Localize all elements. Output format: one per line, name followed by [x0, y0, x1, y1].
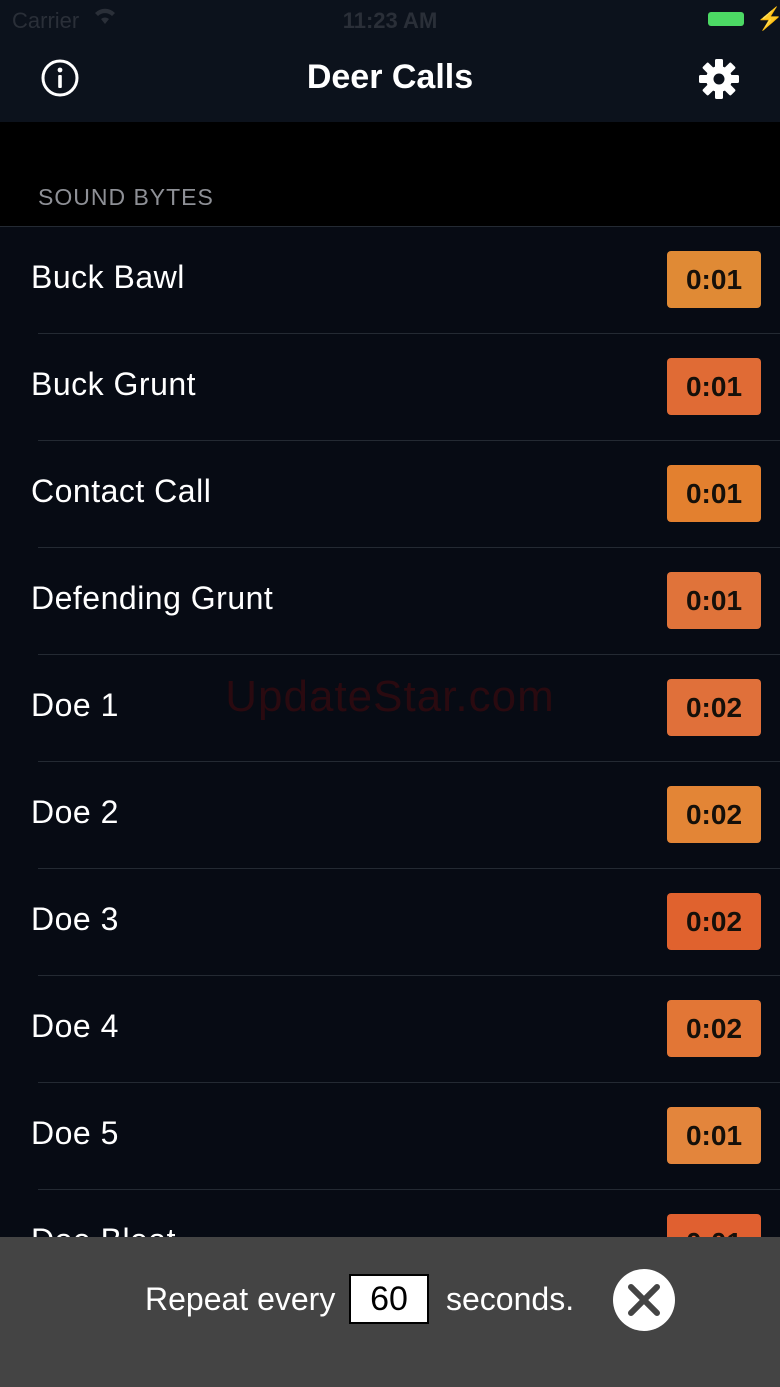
- seconds-label: seconds.: [446, 1281, 575, 1317]
- duration-badge: 0:02: [667, 893, 761, 950]
- repeat-interval-input[interactable]: [349, 1274, 429, 1324]
- sound-row-buck-bawl[interactable]: Buck Bawl 0:01: [0, 227, 780, 334]
- close-icon: [628, 1284, 660, 1316]
- sound-name: Doe 1: [31, 687, 119, 723]
- sound-row-buck-grunt[interactable]: Buck Grunt 0:01: [0, 334, 780, 441]
- status-bar: Carrier 11:23 AM ⚡: [0, 0, 780, 40]
- duration-badge: 0:01: [667, 1107, 761, 1164]
- duration-badge: 0:01: [667, 465, 761, 522]
- gear-icon: [699, 59, 739, 99]
- duration-badge: 0:02: [667, 1000, 761, 1057]
- duration-badge: 0:01: [667, 251, 761, 308]
- sound-row-doe-1[interactable]: Doe 1 0:02: [0, 655, 780, 762]
- navigation-bar: Deer Calls: [0, 40, 780, 122]
- sound-row-doe-4[interactable]: Doe 4 0:02: [0, 976, 780, 1083]
- sound-name: Doe 2: [31, 794, 119, 830]
- sound-row-doe-bleat[interactable]: Doe Bleat 0:01: [0, 1190, 780, 1239]
- sound-row-doe-3[interactable]: Doe 3 0:02: [0, 869, 780, 976]
- sound-row-doe-5[interactable]: Doe 5 0:01: [0, 1083, 780, 1190]
- repeat-label: Repeat every: [145, 1281, 336, 1317]
- repeat-bar: Repeat every seconds.: [0, 1237, 780, 1387]
- status-time: 11:23 AM: [342, 8, 438, 33]
- sound-row-defending-grunt[interactable]: Defending Grunt 0:01: [0, 548, 780, 655]
- section-header: SOUND BYTES: [0, 122, 780, 226]
- sound-name: Doe 4: [31, 1008, 119, 1044]
- duration-badge: 0:01: [667, 358, 761, 415]
- sound-name: Buck Grunt: [31, 366, 197, 402]
- sound-name: Buck Bawl: [31, 259, 185, 295]
- duration-badge: 0:02: [667, 679, 761, 736]
- sound-name: Defending Grunt: [31, 580, 274, 616]
- settings-button[interactable]: [698, 58, 740, 100]
- sound-row-contact-call[interactable]: Contact Call 0:01: [0, 441, 780, 548]
- duration-badge: 0:01: [667, 1214, 761, 1239]
- battery-icon: [708, 12, 744, 26]
- section-title: SOUND BYTES: [38, 184, 214, 210]
- charging-icon: ⚡: [756, 6, 780, 31]
- close-button[interactable]: [613, 1269, 675, 1331]
- duration-badge: 0:02: [667, 786, 761, 843]
- sound-list[interactable]: Buck Bawl 0:01 Buck Grunt 0:01 Contact C…: [0, 226, 780, 1239]
- duration-badge: 0:01: [667, 572, 761, 629]
- sound-row-doe-2[interactable]: Doe 2 0:02: [0, 762, 780, 869]
- page-title: Deer Calls: [306, 58, 474, 96]
- sound-name: Doe 5: [31, 1115, 119, 1151]
- sound-name: Doe 3: [31, 901, 119, 937]
- sound-name: Contact Call: [31, 473, 212, 509]
